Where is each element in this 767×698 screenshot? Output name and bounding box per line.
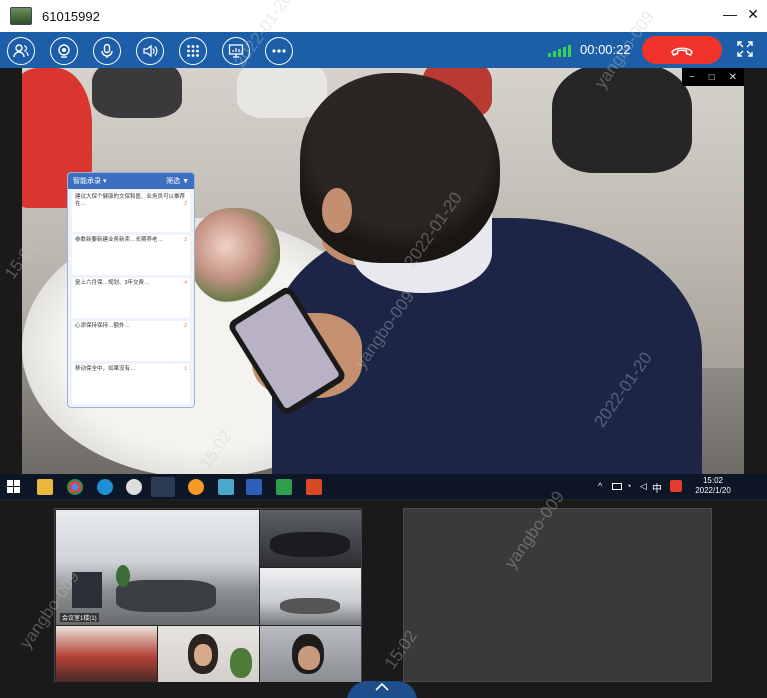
hangup-button[interactable] — [642, 36, 722, 64]
gallery-tile-6[interactable] — [260, 626, 361, 682]
microphone-icon — [101, 43, 113, 58]
powerpoint-icon — [306, 479, 322, 495]
microphone-button[interactable] — [93, 37, 121, 65]
chat-message: 建议大保个健康的文保和医、业务员可以推荐在… 2 — [72, 192, 190, 232]
video-close-button[interactable]: ✕ — [729, 72, 737, 83]
title-bar: 61015992 — ✕ — [0, 0, 767, 32]
chat-message: 复上六月保…规划、3年交费… 4 — [72, 278, 190, 318]
signal-strength-icon — [548, 45, 571, 57]
person-icon — [13, 44, 29, 58]
chat-panel-filter: 筛选 ▼ — [166, 178, 189, 185]
app-icon — [10, 7, 32, 25]
ime-indicator: 中 — [652, 484, 662, 495]
app-icon-7 — [218, 479, 234, 495]
close-button[interactable]: ✕ — [743, 6, 763, 23]
app-icon-6 — [188, 479, 204, 495]
sogou-icon — [670, 480, 682, 492]
gallery-tile-5[interactable] — [158, 626, 259, 682]
black-chair-2 — [552, 68, 692, 173]
gallery-tile-4[interactable] — [56, 626, 157, 682]
chat-panel-title: 智能承录 ▾ — [73, 178, 107, 185]
video-restore-button[interactable]: □ — [709, 72, 715, 83]
gallery-tile-main[interactable]: 会议室1楼(1) — [56, 510, 259, 625]
chat-message: 参数新要新建业务新卖…长期养老… 3 — [72, 235, 190, 275]
apps-button[interactable] — [179, 37, 207, 65]
participants-button[interactable] — [7, 37, 35, 65]
battery-icon — [612, 483, 622, 490]
share-screen-button[interactable] — [222, 37, 250, 65]
grid-icon — [187, 45, 199, 57]
shared-taskbar: ^ ◔ ◁ 中 15:02 2022/1/20 — [0, 474, 767, 500]
person-head — [300, 73, 500, 263]
word-icon — [246, 479, 262, 495]
minimize-button[interactable]: — — [720, 6, 740, 22]
participant-gallery: 会议室1楼(1) — [54, 508, 362, 682]
flower-vase — [190, 208, 280, 303]
gallery-tile-3[interactable] — [260, 568, 361, 625]
fullscreen-icon — [737, 41, 753, 57]
camera-button[interactable] — [50, 37, 78, 65]
video-minimize-button[interactable]: − — [689, 72, 695, 83]
gallery-tile-2[interactable] — [260, 510, 361, 567]
wifi-icon: ◔ — [626, 481, 632, 491]
chat-message: 移动保全中，如果没有… 1 — [72, 364, 190, 404]
camera-icon — [58, 44, 70, 58]
video-window-controls: − □ ✕ — [682, 68, 744, 86]
speaker-button[interactable] — [136, 37, 164, 65]
video-conference-window: 61015992 — ✕ 00:00:22 智能承录 ▾ 筛选 ▼ 建议大保个健… — [0, 0, 767, 698]
black-chair — [92, 68, 182, 118]
speaker-icon — [143, 44, 158, 58]
chat-message: 心添保持保持…额外… 2 — [72, 321, 190, 361]
windows-start-icon — [7, 480, 21, 494]
screen-share-icon — [228, 44, 244, 58]
fullscreen-button[interactable] — [736, 40, 754, 58]
secondary-video-panel[interactable] — [403, 508, 712, 682]
taskbar-clock: 15:02 2022/1/20 — [695, 476, 731, 495]
expand-panel-button[interactable] — [347, 681, 417, 698]
file-explorer-icon — [37, 479, 53, 495]
phone-hangup-icon — [671, 47, 693, 56]
more-button[interactable] — [265, 37, 293, 65]
video-app-icon — [151, 477, 175, 497]
more-icon — [272, 49, 286, 53]
main-video-feed[interactable]: 智能承录 ▾ 筛选 ▼ 建议大保个健康的文保和医、业务员可以推荐在… 2 参数新要… — [22, 68, 744, 474]
ie-icon — [97, 479, 113, 495]
white-chair — [237, 68, 327, 118]
excel-icon — [276, 479, 292, 495]
volume-icon: ◁ — [640, 481, 647, 491]
tray-chevron-icon: ^ — [598, 481, 603, 491]
chevron-up-icon — [375, 683, 389, 691]
app-icon-4 — [126, 479, 142, 495]
assistant-chat-panel: 智能承录 ▾ 筛选 ▼ 建议大保个健康的文保和医、业务员可以推荐在… 2 参数新要… — [67, 172, 195, 408]
call-toolbar: 00:00:22 — [0, 32, 767, 68]
chrome-icon — [67, 479, 83, 495]
window-title: 61015992 — [42, 8, 100, 24]
call-timer: 00:00:22 — [580, 42, 631, 57]
